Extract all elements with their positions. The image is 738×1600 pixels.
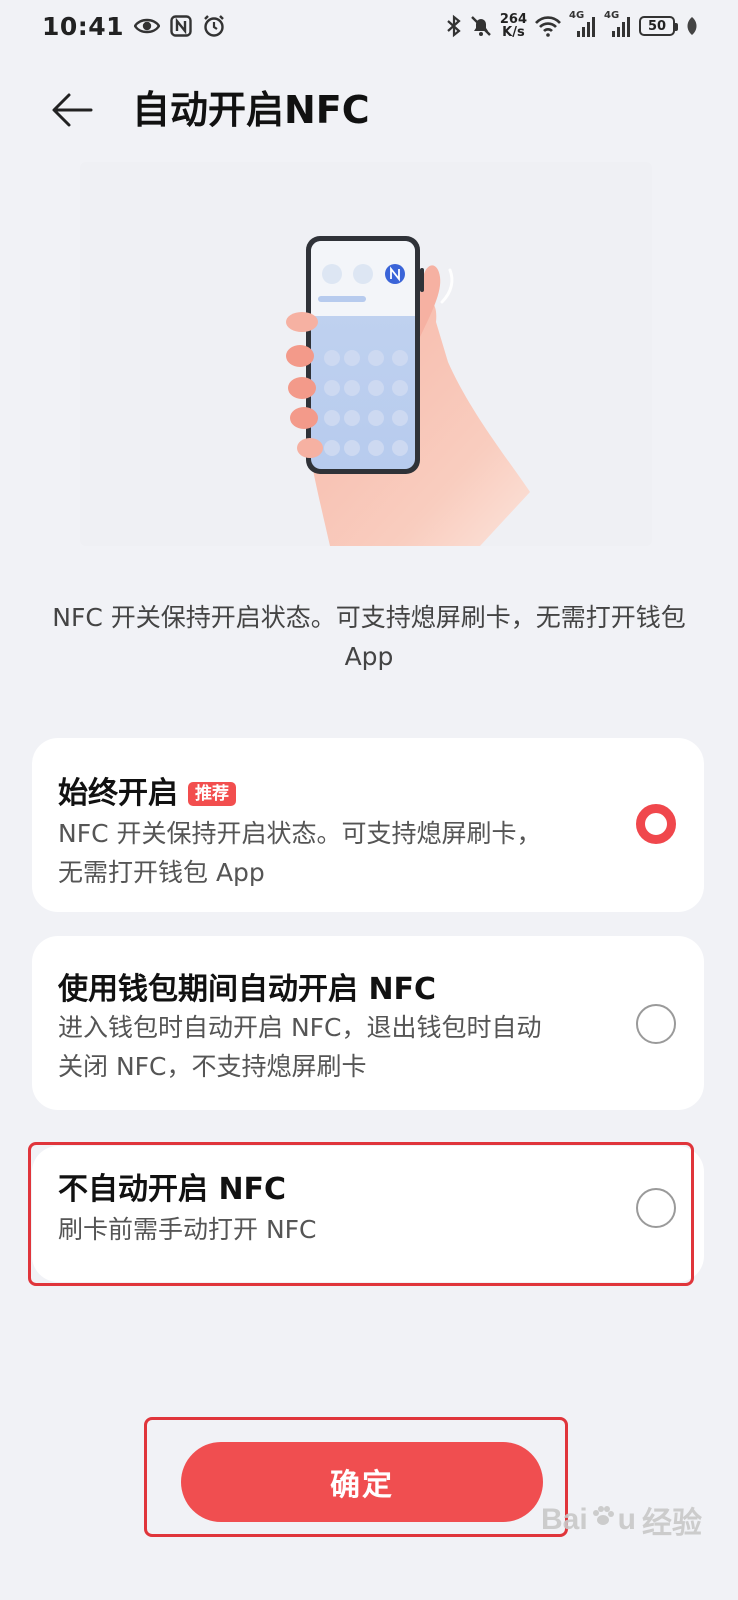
page-header: 自动开启NFC bbox=[0, 78, 738, 142]
network-speed: 264 K/s bbox=[500, 13, 527, 39]
signal-2-label: 4G bbox=[604, 10, 620, 21]
alarm-icon bbox=[202, 14, 226, 38]
nfc-illustration bbox=[80, 162, 652, 546]
radio-unselected[interactable] bbox=[636, 1004, 676, 1044]
feature-description: NFC 开关保持开启状态。可支持熄屏刷卡，无需打开钱包 App bbox=[52, 603, 686, 671]
status-time: 10:41 bbox=[42, 11, 125, 41]
status-bar-left: 10:41 bbox=[42, 12, 226, 41]
eye-icon bbox=[134, 17, 161, 35]
back-arrow-icon bbox=[52, 93, 93, 127]
confirm-button[interactable]: 确定 bbox=[181, 1442, 543, 1522]
bluetooth-icon bbox=[446, 14, 462, 38]
option-title: 始终开启 bbox=[58, 776, 178, 811]
nfc-status-icon bbox=[170, 15, 192, 37]
wifi-icon bbox=[534, 15, 562, 37]
recommended-badge: 推荐 bbox=[188, 782, 236, 806]
battery-level: 50 bbox=[647, 18, 667, 34]
option-always-on[interactable]: 始终开启 推荐 NFC 开关保持开启状态。可支持熄屏刷卡，无需打开钱包 App bbox=[32, 738, 704, 912]
option-title: 使用钱包期间自动开启 NFC bbox=[58, 972, 437, 1007]
network-speed-unit: K/s bbox=[502, 25, 525, 40]
leaf-icon bbox=[686, 16, 698, 36]
mute-bell-icon bbox=[469, 14, 493, 38]
watermark-brand: Bai bbox=[540, 1503, 588, 1536]
option-title: 不自动开启 NFC bbox=[58, 1172, 287, 1207]
option-subtitle: 刷卡前需手动打开 NFC bbox=[58, 1215, 317, 1244]
paw-icon bbox=[590, 1503, 616, 1537]
option-no-auto[interactable]: 不自动开启 NFC 刷卡前需手动打开 NFC bbox=[32, 1146, 704, 1282]
baidu-jingyan-watermark: Bai u 经验 bbox=[541, 1498, 702, 1542]
status-bar-right: 264 K/s 4G 4G 50 bbox=[446, 10, 698, 39]
option-subtitle: NFC 开关保持开启状态。可支持熄屏刷卡，无需打开钱包 App bbox=[58, 819, 542, 887]
option-subtitle: 进入钱包时自动开启 NFC，退出钱包时自动关闭 NFC，不支持熄屏刷卡 bbox=[58, 1013, 542, 1081]
radio-selected[interactable] bbox=[636, 804, 676, 844]
page-title: 自动开启NFC bbox=[132, 88, 370, 132]
back-button[interactable] bbox=[48, 88, 96, 132]
signal-1-label: 4G bbox=[569, 10, 585, 21]
watermark-brand-tail: u bbox=[617, 1503, 636, 1536]
option-wallet-auto[interactable]: 使用钱包期间自动开启 NFC 进入钱包时自动开启 NFC，退出钱包时自动关闭 N… bbox=[32, 936, 704, 1110]
radio-unselected[interactable] bbox=[636, 1188, 676, 1228]
watermark-cn: 经验 bbox=[642, 1507, 702, 1540]
option-title-row: 始终开启 推荐 bbox=[58, 774, 236, 814]
signal-icon: 4G bbox=[569, 10, 597, 38]
signal-icon: 4G bbox=[604, 10, 632, 38]
battery-icon: 50 bbox=[639, 16, 678, 36]
status-bar: 10:41 264 K/s 4G 4G 50 bbox=[0, 0, 738, 52]
